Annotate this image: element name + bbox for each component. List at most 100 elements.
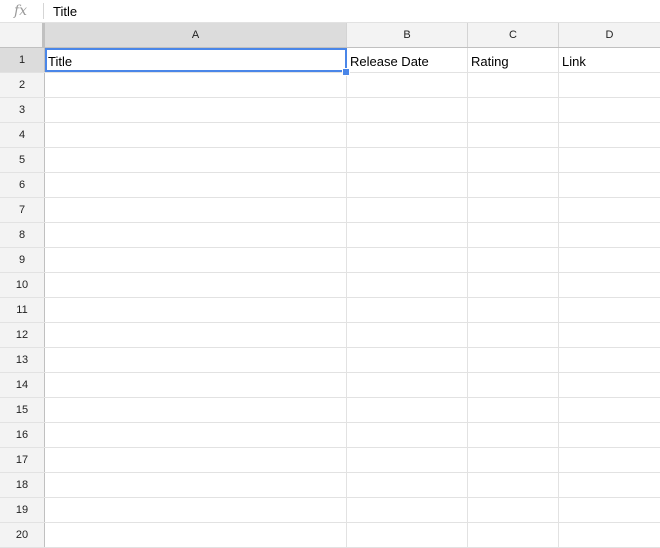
cell-b13[interactable] xyxy=(347,348,468,372)
cell-b19[interactable] xyxy=(347,498,468,522)
cell-c17[interactable] xyxy=(468,448,559,472)
cell-c5[interactable] xyxy=(468,148,559,172)
cell-d15[interactable] xyxy=(559,398,660,422)
cell-a16[interactable] xyxy=(45,423,347,447)
row-header[interactable]: 14 xyxy=(0,373,45,397)
cell-d13[interactable] xyxy=(559,348,660,372)
cell-c4[interactable] xyxy=(468,123,559,147)
cell-a14[interactable] xyxy=(45,373,347,397)
cell-a8[interactable] xyxy=(45,223,347,247)
cell-c10[interactable] xyxy=(468,273,559,297)
cell-b14[interactable] xyxy=(347,373,468,397)
row-header[interactable]: 1 xyxy=(0,48,45,72)
column-header-d[interactable]: D xyxy=(559,23,660,47)
cell-d1[interactable]: Link xyxy=(559,48,660,72)
cell-d12[interactable] xyxy=(559,323,660,347)
cell-c6[interactable] xyxy=(468,173,559,197)
cell-c1[interactable]: Rating xyxy=(468,48,559,72)
cell-d6[interactable] xyxy=(559,173,660,197)
cell-b15[interactable] xyxy=(347,398,468,422)
cell-a18[interactable] xyxy=(45,473,347,497)
cell-d5[interactable] xyxy=(559,148,660,172)
cell-c11[interactable] xyxy=(468,298,559,322)
cell-c14[interactable] xyxy=(468,373,559,397)
row-header[interactable]: 10 xyxy=(0,273,45,297)
cell-d17[interactable] xyxy=(559,448,660,472)
cell-b7[interactable] xyxy=(347,198,468,222)
cell-c8[interactable] xyxy=(468,223,559,247)
row-header[interactable]: 18 xyxy=(0,473,45,497)
row-header[interactable]: 16 xyxy=(0,423,45,447)
cell-a2[interactable] xyxy=(45,73,347,97)
column-header-a[interactable]: A xyxy=(45,23,347,47)
cell-c9[interactable] xyxy=(468,248,559,272)
row-header[interactable]: 12 xyxy=(0,323,45,347)
row-header[interactable]: 20 xyxy=(0,523,45,547)
column-header-b[interactable]: B xyxy=(347,23,468,47)
cell-d3[interactable] xyxy=(559,98,660,122)
cell-a20[interactable] xyxy=(45,523,347,547)
cell-c3[interactable] xyxy=(468,98,559,122)
cell-a17[interactable] xyxy=(45,448,347,472)
row-header[interactable]: 8 xyxy=(0,223,45,247)
row-header[interactable]: 7 xyxy=(0,198,45,222)
row-header[interactable]: 17 xyxy=(0,448,45,472)
row-header[interactable]: 15 xyxy=(0,398,45,422)
cell-d4[interactable] xyxy=(559,123,660,147)
cell-b6[interactable] xyxy=(347,173,468,197)
row-header[interactable]: 4 xyxy=(0,123,45,147)
cell-d16[interactable] xyxy=(559,423,660,447)
row-header[interactable]: 11 xyxy=(0,298,45,322)
cell-c20[interactable] xyxy=(468,523,559,547)
cell-a19[interactable] xyxy=(45,498,347,522)
cell-c2[interactable] xyxy=(468,73,559,97)
cell-b12[interactable] xyxy=(347,323,468,347)
cell-a6[interactable] xyxy=(45,173,347,197)
cell-c16[interactable] xyxy=(468,423,559,447)
column-header-c[interactable]: C xyxy=(468,23,559,47)
cell-b4[interactable] xyxy=(347,123,468,147)
row-header[interactable]: 2 xyxy=(0,73,45,97)
cell-b5[interactable] xyxy=(347,148,468,172)
cell-a11[interactable] xyxy=(45,298,347,322)
cell-d7[interactable] xyxy=(559,198,660,222)
cell-c12[interactable] xyxy=(468,323,559,347)
cell-c18[interactable] xyxy=(468,473,559,497)
row-header[interactable]: 13 xyxy=(0,348,45,372)
cell-d8[interactable] xyxy=(559,223,660,247)
cell-b8[interactable] xyxy=(347,223,468,247)
cell-a10[interactable] xyxy=(45,273,347,297)
cell-c13[interactable] xyxy=(468,348,559,372)
cell-c7[interactable] xyxy=(468,198,559,222)
cell-b9[interactable] xyxy=(347,248,468,272)
cell-d10[interactable] xyxy=(559,273,660,297)
cell-d20[interactable] xyxy=(559,523,660,547)
cell-b17[interactable] xyxy=(347,448,468,472)
cell-d11[interactable] xyxy=(559,298,660,322)
cell-b2[interactable] xyxy=(347,73,468,97)
cell-c15[interactable] xyxy=(468,398,559,422)
formula-input[interactable]: Title xyxy=(53,0,660,23)
cell-a3[interactable] xyxy=(45,98,347,122)
row-header[interactable]: 9 xyxy=(0,248,45,272)
cell-a13[interactable] xyxy=(45,348,347,372)
cell-b3[interactable] xyxy=(347,98,468,122)
cell-a4[interactable] xyxy=(45,123,347,147)
cell-b16[interactable] xyxy=(347,423,468,447)
cell-d19[interactable] xyxy=(559,498,660,522)
row-header[interactable]: 5 xyxy=(0,148,45,172)
cell-a5[interactable] xyxy=(45,148,347,172)
cell-a1[interactable]: Title xyxy=(45,48,347,72)
cell-b11[interactable] xyxy=(347,298,468,322)
select-all-corner[interactable] xyxy=(0,23,45,47)
cell-a15[interactable] xyxy=(45,398,347,422)
cell-b1[interactable]: Release Date xyxy=(347,48,468,72)
cell-d9[interactable] xyxy=(559,248,660,272)
cell-a7[interactable] xyxy=(45,198,347,222)
cell-a12[interactable] xyxy=(45,323,347,347)
cell-b18[interactable] xyxy=(347,473,468,497)
cell-d14[interactable] xyxy=(559,373,660,397)
row-header[interactable]: 3 xyxy=(0,98,45,122)
cell-d18[interactable] xyxy=(559,473,660,497)
row-header[interactable]: 6 xyxy=(0,173,45,197)
